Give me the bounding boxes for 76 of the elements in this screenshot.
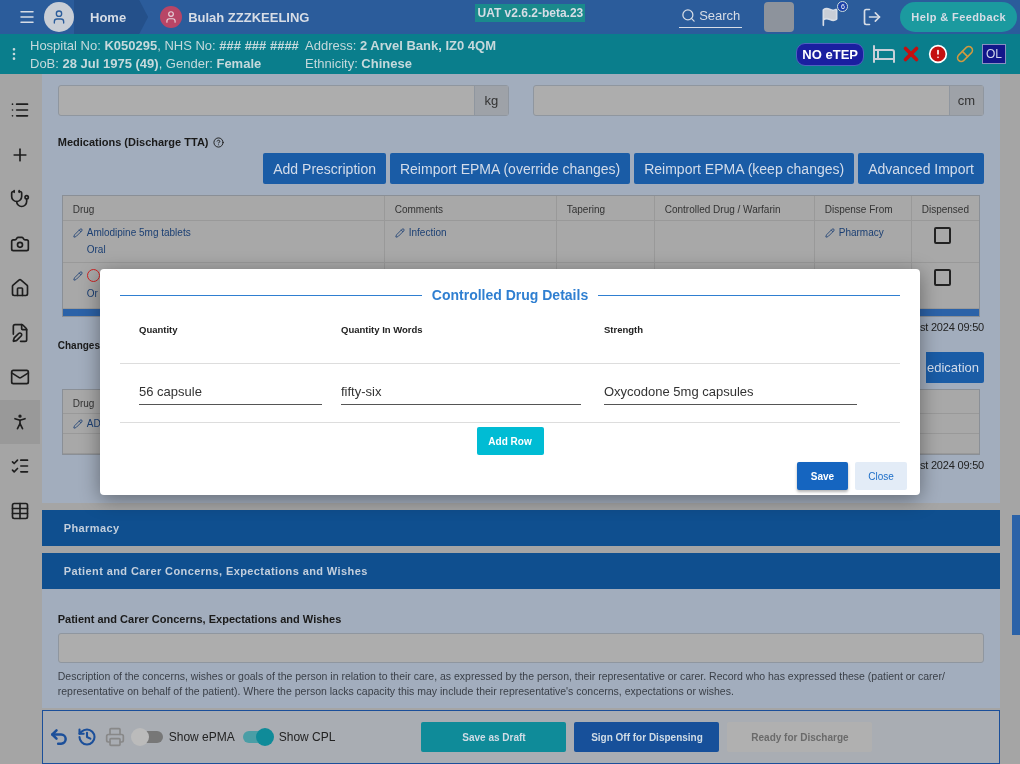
toggle-switch[interactable] xyxy=(242,731,273,744)
column-label: Quantity xyxy=(139,324,179,335)
home-link[interactable]: Home xyxy=(74,0,149,34)
section-header[interactable]: Pharmacy xyxy=(41,510,1000,546)
dispense-link[interactable]: Pharmacy xyxy=(838,227,884,238)
ol-badge: OL xyxy=(982,44,1006,64)
patient-name: Bulah ZZZKEELING xyxy=(188,9,310,25)
patient-info: DoB: 28 Jul 1975 (49), Gender: Female xyxy=(30,55,263,71)
close-button[interactable]: Close xyxy=(855,462,907,490)
drug-link[interactable]: AD xyxy=(86,418,101,429)
logout-icon[interactable] xyxy=(862,7,883,27)
history-icon[interactable] xyxy=(76,727,97,748)
modal-title: Controlled Drug Details xyxy=(431,287,589,303)
scrollbar[interactable] xyxy=(1012,515,1020,635)
footer-button[interactable]: Sign Off for Dispensing xyxy=(574,722,720,753)
column-header: Comments xyxy=(383,196,556,220)
route-text: Or xyxy=(85,288,99,299)
section-header[interactable]: Patient and Carer Concerns, Expectations and Wishes xyxy=(41,553,1000,589)
column-label: Strength xyxy=(604,324,645,335)
pencil-icon[interactable] xyxy=(824,227,835,238)
section-title: Changes xyxy=(57,340,101,351)
toggle-label: Show CPL xyxy=(278,730,336,745)
patient-info: Hospital No: K050295, NHS No: ### ### #### xyxy=(30,37,300,53)
toggle-label: Show ePMA xyxy=(168,730,235,745)
mail-icon xyxy=(9,367,30,388)
drug-link[interactable]: Amlodipine 5mg tablets xyxy=(86,227,191,238)
measurement-field[interactable]: cm xyxy=(532,85,984,116)
route-text: Oral xyxy=(85,244,107,255)
column-header: Controlled Drug / Warfarin xyxy=(653,196,814,220)
column-header: Tapering xyxy=(555,196,654,220)
medication-button[interactable]: edication xyxy=(925,352,984,383)
footer-button[interactable]: Save as Draft xyxy=(421,722,567,753)
unit-label: cm xyxy=(949,86,983,115)
pencil-icon[interactable] xyxy=(72,227,83,238)
flag-icon[interactable] xyxy=(820,7,841,27)
patient-info: Address: 2 Arvel Bank, IZ0 4QM xyxy=(305,37,497,53)
sidebar-item[interactable] xyxy=(0,399,40,444)
bed-icon xyxy=(872,42,896,66)
dispensed-checkbox[interactable] xyxy=(933,227,951,244)
save-button[interactable]: Save xyxy=(797,462,848,490)
toggle-switch[interactable] xyxy=(132,731,163,744)
section-title: Medications (Discharge TTA) xyxy=(57,136,209,148)
field-label: Patient and Carer Concerns, Expectations and Wishes xyxy=(57,613,343,625)
help-text: Description of the concerns, wishes or goals of the person in relation to their care, as expressed by the person, their representative or carer. Record who has expressed these (patient or carer/ representative on behalf of the patient). Where the person lacks capacity this may include their representative's concerns, expectations or wishes. xyxy=(57,669,946,699)
pencil-icon[interactable] xyxy=(72,418,83,429)
stethoscope-icon xyxy=(9,189,30,210)
search-icon xyxy=(681,8,697,23)
help-icon xyxy=(212,136,224,148)
patient-info: Ethnicity: Chinese xyxy=(305,55,413,71)
action-button[interactable]: Advanced Import xyxy=(858,153,984,184)
comment-link[interactable]: Infection xyxy=(408,227,447,238)
concerns-field[interactable] xyxy=(57,633,984,663)
pencil-icon[interactable] xyxy=(72,270,83,281)
dispensed-checkbox[interactable] xyxy=(933,269,951,286)
patient-icon xyxy=(160,6,183,28)
timestamp: st 2024 09:50 xyxy=(919,459,984,471)
search-button[interactable]: Search xyxy=(679,6,743,28)
column-header: Drug xyxy=(71,203,96,217)
house-icon xyxy=(9,278,30,299)
column-label: Quantity In Words xyxy=(341,324,424,335)
pill-icon xyxy=(956,45,974,63)
unit-label: kg xyxy=(473,86,508,115)
measurement-field[interactable]: kg xyxy=(57,85,509,116)
undo-icon[interactable] xyxy=(48,727,69,748)
table-icon xyxy=(9,500,30,521)
etep-badge: NO eTEP xyxy=(796,42,864,66)
version-label: UAT v2.6.2-beta.23 xyxy=(475,4,586,22)
action-button[interactable]: Add Prescription xyxy=(263,153,386,184)
column-header: Dispensed xyxy=(910,196,979,220)
action-button[interactable]: Reimport EPMA (override changes) xyxy=(389,153,631,184)
timestamp: st 2024 09:50 xyxy=(919,321,984,333)
alert-icon xyxy=(928,44,948,64)
menu-icon[interactable] xyxy=(18,8,36,26)
pencil-icon[interactable] xyxy=(394,227,405,238)
column-header: Dispense From xyxy=(813,196,911,220)
action-button[interactable]: Reimport EPMA (keep changes) xyxy=(634,153,855,184)
